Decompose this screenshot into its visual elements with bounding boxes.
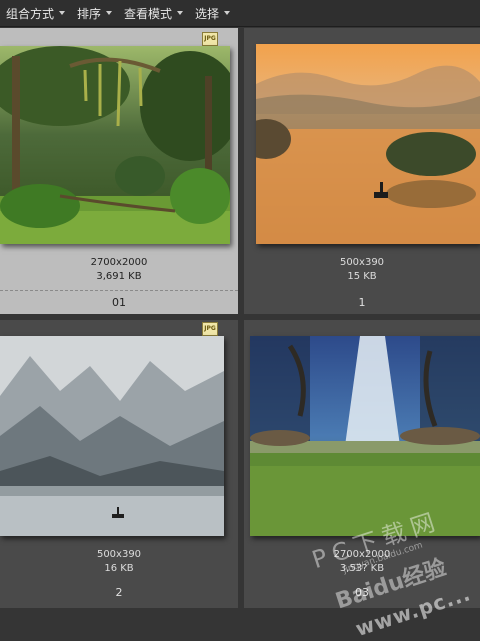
file-name: 2 — [115, 586, 123, 599]
chevron-down-icon — [224, 11, 231, 15]
toolbar: 组合方式 排序 查看模式 选择 — [0, 0, 480, 27]
image-file-size: 16 KB — [104, 563, 134, 574]
image-file-size: 15 KB — [347, 271, 377, 282]
divider — [0, 290, 238, 291]
menu-view-mode[interactable]: 查看模式 — [124, 5, 184, 22]
chevron-down-icon — [106, 11, 113, 15]
image-dimensions: 2700x2000 — [90, 257, 148, 268]
thumbnail-image — [0, 336, 224, 536]
menu-group-by-label: 组合方式 — [6, 6, 55, 21]
image-file-size: 3,691 KB — [96, 271, 142, 282]
menu-view-mode-label: 查看模式 — [124, 6, 173, 21]
menu-select[interactable]: 选择 — [195, 5, 231, 22]
thumbnail-cell[interactable]: JPG 500x390 16 KB 2 — [0, 320, 238, 608]
image-info: 2700x2000 3,691 KB — [0, 256, 238, 284]
thumbnail-image — [0, 46, 230, 244]
menu-group-by[interactable]: 组合方式 — [6, 5, 66, 22]
chevron-down-icon — [177, 11, 184, 15]
file-name: 1 — [358, 296, 366, 309]
jpg-file-icon: JPG — [202, 32, 218, 46]
thumbnail-image — [250, 336, 480, 536]
image-dimensions: 500x390 — [96, 549, 142, 560]
file-name: 01 — [112, 296, 126, 309]
chevron-down-icon — [59, 11, 66, 15]
menu-select-label: 选择 — [195, 6, 220, 21]
menu-sort-label: 排序 — [77, 6, 102, 21]
menu-sort[interactable]: 排序 — [77, 5, 113, 22]
thumbnail-image — [256, 44, 480, 244]
image-info: 500x390 15 KB — [244, 256, 480, 284]
image-info: 500x390 16 KB — [0, 548, 238, 576]
jpg-file-icon: JPG — [202, 322, 218, 336]
image-dimensions: 500x390 — [339, 257, 385, 268]
thumbnail-cell[interactable]: 500x390 15 KB 1 — [244, 28, 480, 314]
thumbnail-cell[interactable]: JPG 2700x2000 3,691 KB 01 — [0, 28, 238, 314]
